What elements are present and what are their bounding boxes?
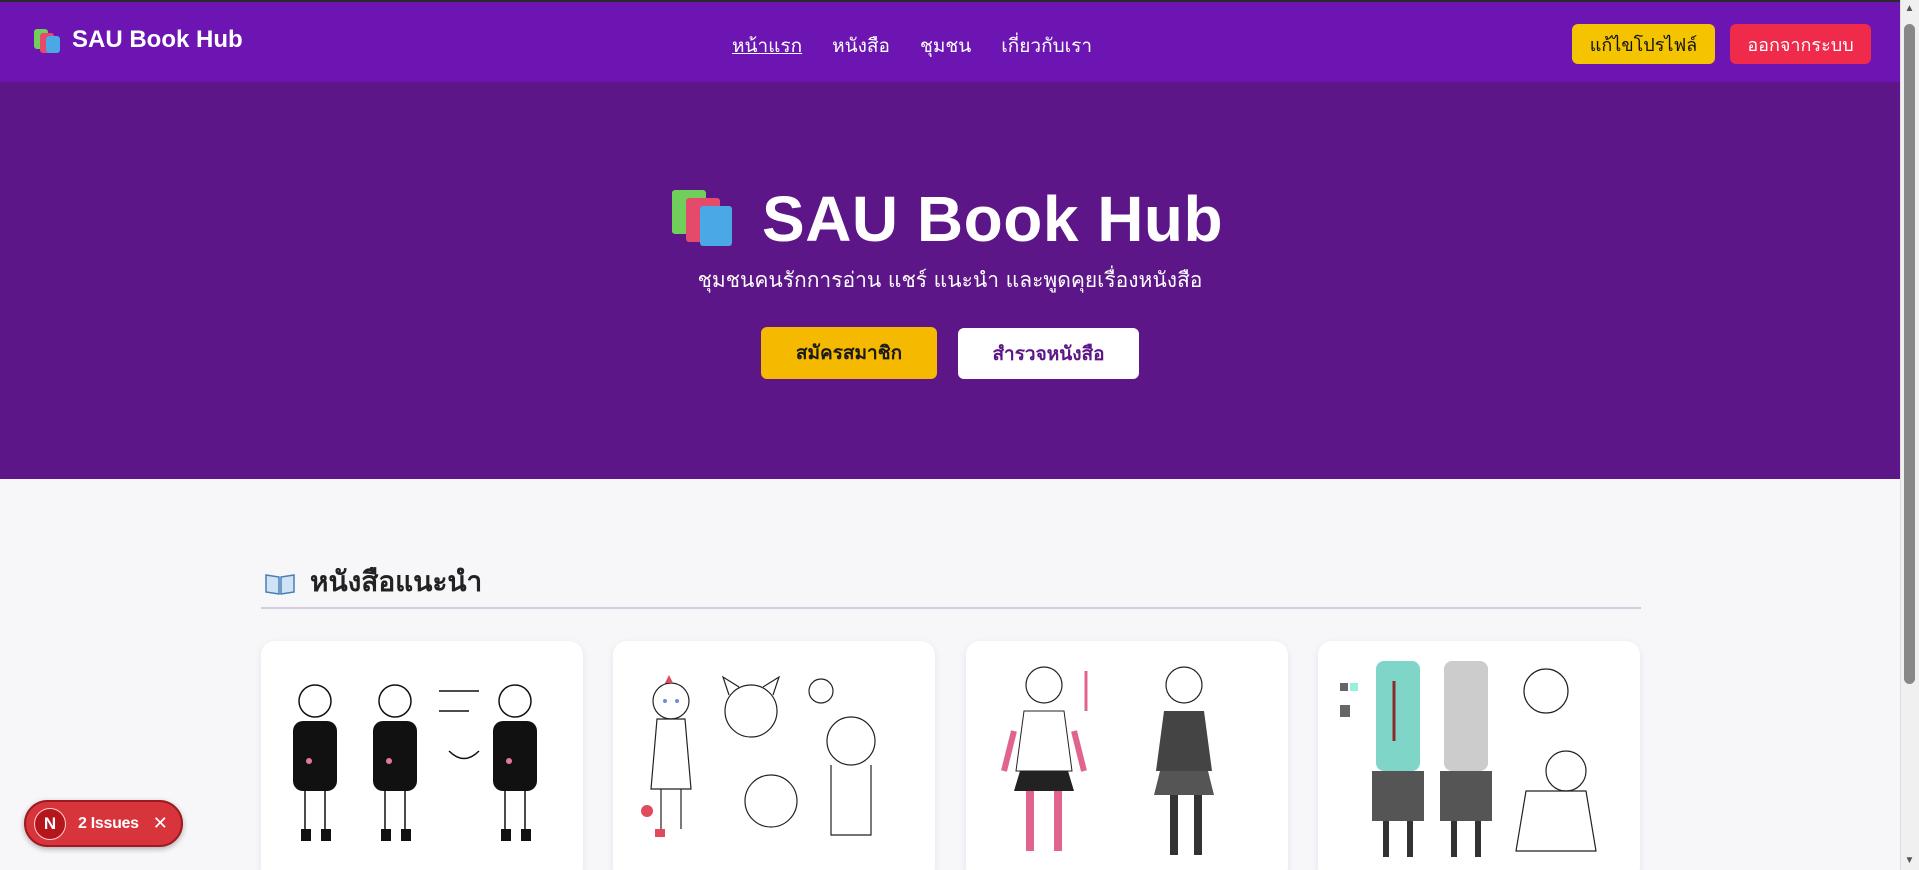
explore-books-button[interactable]: สำรวจหนังสือ	[958, 328, 1139, 379]
brand-logo[interactable]: SAU Book Hub	[34, 26, 243, 54]
books-icon	[34, 27, 62, 53]
book-cover-image	[984, 661, 1270, 861]
hero-banner: SAU Book Hub ชุมชนคนรักการอ่าน แชร์ แนะน…	[0, 82, 1900, 479]
scroll-up-arrow-icon[interactable]: ▲	[1904, 4, 1915, 14]
hero-title: SAU Book Hub	[672, 182, 1223, 256]
brand-name: SAU Book Hub	[72, 26, 243, 53]
hero-subtitle: ชุมชนคนรักการอ่าน แชร์ แนะนำ และพูดคุยเร…	[697, 268, 1203, 292]
section-title-text: หนังสือแนะนำ	[310, 565, 483, 598]
hero-heading: SAU Book Hub	[762, 183, 1224, 255]
book-card[interactable]	[261, 641, 583, 870]
book-card[interactable]	[966, 641, 1288, 870]
nav-link-books[interactable]: หนังสือ	[832, 31, 890, 61]
nav-link-home[interactable]: หน้าแรก	[732, 31, 802, 61]
book-cover-image	[279, 661, 565, 861]
book-cover-image	[631, 661, 917, 861]
logout-button[interactable]: ออกจากระบบ	[1730, 24, 1871, 64]
issues-badge[interactable]: N 2 Issues ✕	[24, 800, 183, 847]
section-title: หนังสือแนะนำ	[264, 560, 482, 604]
issues-avatar: N	[34, 807, 66, 840]
book-cover-image	[1336, 661, 1622, 861]
scroll-down-arrow-icon[interactable]: ▼	[1904, 856, 1915, 866]
open-book-icon	[264, 570, 296, 595]
signup-button[interactable]: สมัครสมาชิก	[761, 327, 937, 379]
book-card[interactable]	[613, 641, 935, 870]
close-icon[interactable]: ✕	[153, 813, 168, 834]
scrollbar-thumb[interactable]	[1904, 24, 1915, 684]
nav-link-community[interactable]: ชุมชน	[920, 31, 971, 61]
nav-links: หน้าแรก หนังสือ ชุมชน เกี่ยวกับเรา	[732, 31, 1092, 61]
top-navbar: SAU Book Hub หน้าแรก หนังสือ ชุมชน เกี่ย…	[0, 0, 1900, 82]
edit-profile-button[interactable]: แก้ไขโปรไฟล์	[1572, 24, 1715, 64]
book-card[interactable]	[1318, 641, 1640, 870]
books-icon	[672, 190, 736, 248]
section-divider	[261, 607, 1641, 609]
nav-link-about[interactable]: เกี่ยวกับเรา	[1001, 31, 1092, 61]
issues-count-label: 2 Issues	[78, 814, 139, 832]
